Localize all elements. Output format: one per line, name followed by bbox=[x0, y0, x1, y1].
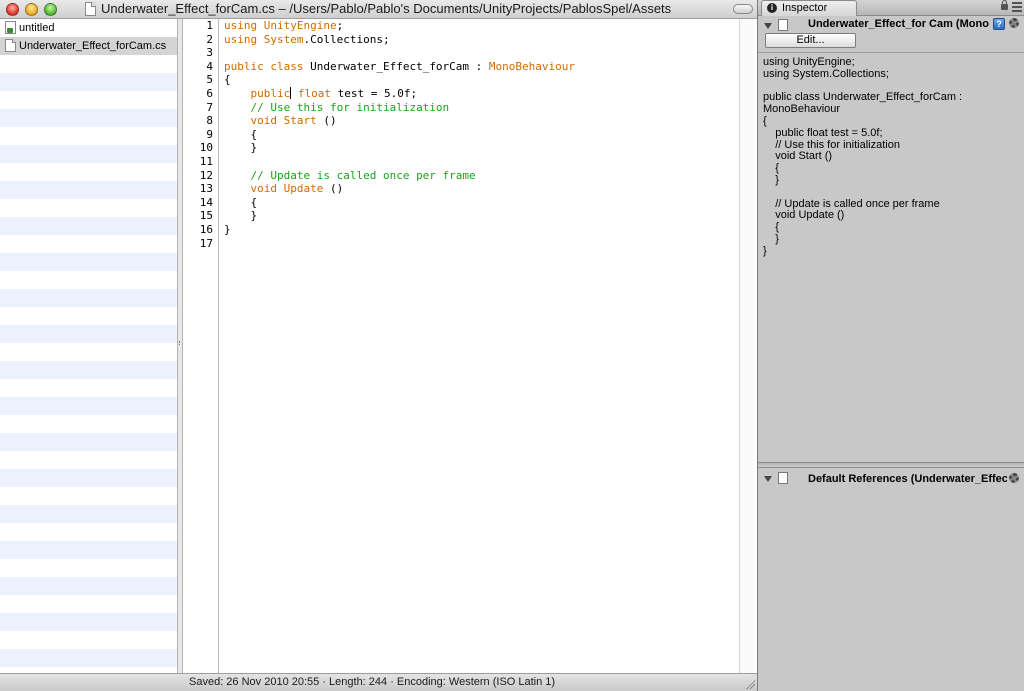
line-number: 17 bbox=[199, 236, 213, 250]
text-caret bbox=[290, 87, 292, 99]
script-preview: using UnityEngine; using System.Collectio… bbox=[758, 52, 1024, 462]
title-bar[interactable]: Underwater_Effect_forCam.cs – /Users/Pab… bbox=[0, 0, 757, 19]
line-number: 6 bbox=[206, 87, 213, 100]
code-line-9: { bbox=[224, 127, 258, 141]
line-number: 10 bbox=[199, 141, 213, 155]
default-references-header: Default References (Underwater_Effect bbox=[758, 468, 1024, 490]
line-number-gutter: 1 2 3 4 5 6 7 8 9 10 11 12 13 14 15 16 17 bbox=[183, 19, 219, 673]
close-window-icon[interactable] bbox=[6, 3, 19, 16]
code-line-4: public class Underwater_Effect_forCam : … bbox=[224, 59, 576, 73]
preview-line: MonoBehaviour bbox=[763, 103, 841, 116]
line-number: 13 bbox=[199, 182, 213, 196]
line-number: 15 bbox=[199, 209, 213, 223]
line-number: 1 bbox=[206, 19, 213, 32]
line-number: 3 bbox=[206, 46, 213, 60]
gear-icon[interactable] bbox=[1009, 473, 1019, 483]
line-number: 11 bbox=[199, 155, 213, 168]
code-line-7: // Use this for initialization bbox=[250, 100, 450, 114]
code-line-6: public float test = 5.0f; bbox=[250, 87, 418, 100]
gear-icon[interactable] bbox=[1009, 18, 1019, 28]
code-line-13: void Update () bbox=[250, 182, 344, 196]
document-item-label: Underwater_Effect_forCam.cs bbox=[19, 40, 167, 52]
document-proxy-icon[interactable] bbox=[85, 2, 96, 16]
script-file-icon bbox=[778, 19, 788, 31]
vertical-scrollbar[interactable] bbox=[739, 19, 753, 673]
code-line-16: } bbox=[224, 223, 231, 236]
code-line-1: using UnityEngine; bbox=[224, 19, 344, 32]
line-number: 16 bbox=[199, 223, 213, 236]
preview-line: } bbox=[763, 244, 767, 257]
preview-line: public float test = 5.0f; bbox=[763, 126, 883, 139]
inspector-asset-title: Underwater_Effect_for Cam (Mono bbox=[808, 18, 989, 30]
minimize-window-icon[interactable] bbox=[25, 3, 38, 16]
preview-line: } bbox=[763, 174, 779, 186]
code-editor[interactable]: using UnityEngine; using System.Collecti… bbox=[219, 19, 753, 673]
tab-inspector[interactable]: i Inspector bbox=[761, 0, 857, 16]
untitled-document-icon bbox=[5, 21, 16, 34]
document-item-underwater-effect[interactable]: Underwater_Effect_forCam.cs bbox=[0, 37, 177, 55]
editor-window: Underwater_Effect_forCam.cs – /Users/Pab… bbox=[0, 0, 757, 691]
code-line-10: } bbox=[224, 141, 258, 155]
code-line-2: using System.Collections; bbox=[224, 32, 390, 46]
status-bar: Saved: 26 Nov 2010 20:55 · Length: 244 ·… bbox=[0, 673, 757, 691]
inspector-header: Underwater_Effect_for Cam (Mono ? Edit..… bbox=[758, 16, 1024, 52]
code-line-8: void Start () bbox=[250, 114, 337, 128]
preview-line: using System.Collections; bbox=[763, 67, 889, 80]
document-list[interactable]: untitled Underwater_Effect_forCam.cs bbox=[0, 19, 177, 673]
code-line-5: { bbox=[224, 73, 231, 87]
help-icon[interactable]: ? bbox=[993, 18, 1005, 30]
resize-grip-icon[interactable] bbox=[745, 679, 755, 689]
line-number: 12 bbox=[199, 168, 213, 182]
line-number: 4 bbox=[206, 59, 213, 73]
document-item-untitled[interactable]: untitled bbox=[0, 19, 177, 37]
status-text: Saved: 26 Nov 2010 20:55 · Length: 244 ·… bbox=[189, 676, 556, 688]
document-item-label: untitled bbox=[19, 22, 55, 34]
panel-menu-icon[interactable] bbox=[1012, 2, 1022, 13]
foldout-arrow-icon[interactable] bbox=[764, 476, 772, 482]
line-number: 7 bbox=[206, 100, 213, 114]
tab-inspector-label: Inspector bbox=[782, 2, 828, 14]
edit-button[interactable]: Edit... bbox=[765, 33, 856, 48]
info-icon: i bbox=[767, 3, 777, 13]
file-icon bbox=[5, 39, 16, 52]
code-line-12: // Update is called once per frame bbox=[250, 168, 476, 182]
line-number: 14 bbox=[199, 195, 213, 209]
inspector-panel: i Inspector Underwater_Effect_for Cam (M… bbox=[757, 0, 1024, 691]
line-number: 2 bbox=[206, 32, 213, 46]
line-number: 5 bbox=[206, 73, 213, 87]
default-references-body bbox=[758, 490, 1024, 691]
window-title: Underwater_Effect_forCam.cs – /Users/Pab… bbox=[101, 1, 672, 16]
lock-icon[interactable] bbox=[1001, 0, 1008, 10]
code-line-14: { bbox=[224, 195, 258, 209]
script-file-icon bbox=[778, 472, 788, 484]
default-references-title: Default References (Underwater_Effect bbox=[808, 473, 1007, 485]
line-number: 8 bbox=[206, 114, 213, 128]
line-number: 9 bbox=[206, 127, 213, 141]
foldout-arrow-icon[interactable] bbox=[764, 23, 772, 29]
code-line-15: } bbox=[224, 209, 258, 223]
inspector-tab-bar: i Inspector bbox=[758, 0, 1024, 16]
toolbar-toggle-button[interactable] bbox=[733, 4, 753, 14]
zoom-window-icon[interactable] bbox=[44, 3, 57, 16]
